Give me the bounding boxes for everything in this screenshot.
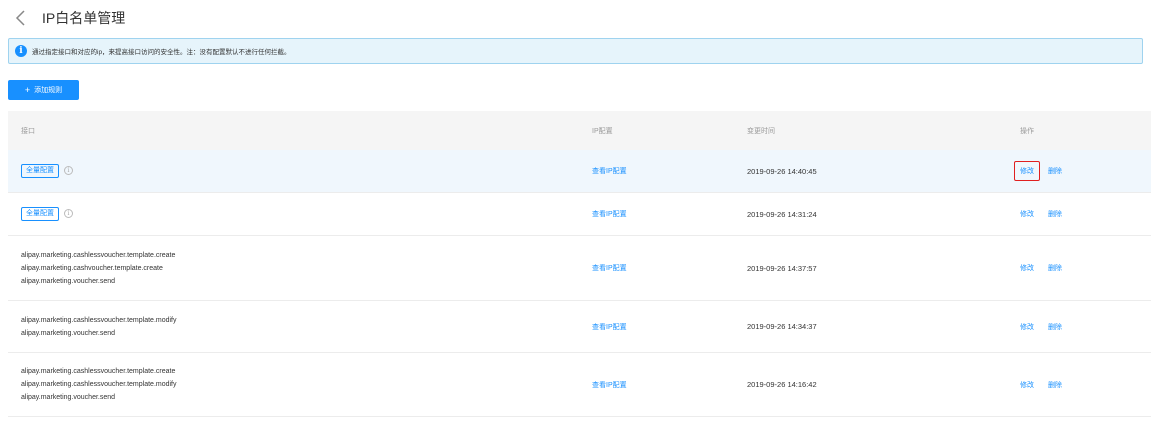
notice-bar: i 通过指定接口和对应的ip，来提高接口访问的安全性。注：没有配置默认不进行任何…: [8, 38, 1143, 64]
view-ip-config-link[interactable]: 查看IP配置: [592, 168, 627, 175]
api-name: alipay.marketing.cashlessvoucher.templat…: [21, 368, 176, 375]
cell-time: 2019-09-26 14:16:42: [747, 380, 817, 389]
cell-ip: 查看IP配置: [592, 166, 747, 176]
chevron-left-icon[interactable]: [10, 7, 32, 29]
add-rule-button[interactable]: + 添加规则: [8, 80, 79, 100]
add-rule-label: 添加规则: [34, 87, 63, 94]
full-config-tag: 全量配置: [21, 207, 59, 221]
cell-time: 2019-09-26 14:34:37: [747, 322, 817, 331]
cell-api: alipay.marketing.cashlessvoucher.templat…: [8, 249, 592, 288]
cell-time: 2019-09-26 14:31:24: [747, 209, 817, 219]
cell-ip: 查看IP配置: [592, 209, 747, 219]
table-row: alipay.marketing.cashlessvoucher.templat…: [8, 353, 1151, 417]
table-row: alipay.marketing.cashlessvoucher.templat…: [8, 301, 1151, 353]
cell-operations: 修改 删除: [1020, 322, 1151, 332]
view-ip-config-link[interactable]: 查看IP配置: [592, 324, 627, 331]
view-ip-config-link[interactable]: 查看IP配置: [592, 265, 627, 272]
edit-button[interactable]: 修改: [1020, 322, 1034, 332]
api-name: alipay.marketing.cashlessvoucher.templat…: [21, 251, 176, 259]
table-row: 全量配置 i 查看IP配置 2019-09-26 14:31:24 修改 删除: [8, 193, 1151, 236]
delete-button[interactable]: 删除: [1048, 265, 1062, 272]
table-row: alipay.marketing.cashlessvoucher.templat…: [8, 236, 1151, 301]
tip-circle-icon[interactable]: i: [64, 208, 73, 218]
header: IP白名单管理: [10, 6, 125, 30]
column-header-ip: IP配置: [592, 127, 613, 135]
api-name: alipay.marketing.cashlessvoucher.templat…: [21, 316, 177, 324]
view-ip-config-link[interactable]: 查看IP配置: [592, 382, 627, 389]
notice-text: 通过指定接口和对应的ip，来提高接口访问的安全性。注：没有配置默认不进行任何拦截…: [32, 49, 291, 56]
edit-button[interactable]: 修改: [1020, 380, 1034, 390]
column-header-op: 操作: [1020, 127, 1034, 135]
table-body: 全量配置 i 查看IP配置 2019-09-26 14:40:45 修改 删除 全量配置 i 查…: [8, 150, 1151, 417]
column-header-api: 接口: [21, 127, 35, 135]
edit-button[interactable]: 修改: [1014, 161, 1040, 181]
cell-api: 全量配置 i: [8, 207, 592, 221]
api-name: alipay.marketing.voucher.send: [21, 329, 116, 337]
cell-time: 2019-09-26 14:40:45: [747, 166, 817, 176]
column-header-time: 变更时间: [747, 127, 775, 135]
api-name: alipay.marketing.voucher.send: [21, 277, 116, 285]
cell-api: alipay.marketing.cashlessvoucher.templat…: [8, 314, 592, 340]
tip-circle-icon[interactable]: i: [64, 165, 73, 175]
cell-time: 2019-09-26 14:37:57: [747, 263, 817, 273]
info-circle-icon: i: [15, 45, 27, 57]
edit-button[interactable]: 修改: [1020, 263, 1034, 273]
table-row: 全量配置 i 查看IP配置 2019-09-26 14:40:45 修改 删除: [8, 150, 1151, 193]
full-config-tag: 全量配置: [21, 164, 59, 178]
delete-button[interactable]: 删除: [1048, 324, 1062, 331]
delete-button[interactable]: 删除: [1048, 168, 1062, 175]
rules-table: 接口 IP配置 变更时间 操作 全量配置 i 查看IP配置 2019-09-26 14…: [8, 111, 1151, 417]
delete-button[interactable]: 删除: [1048, 211, 1062, 218]
page-title: IP白名单管理: [42, 10, 126, 26]
api-name: alipay.marketing.cashlessvoucher.templat…: [21, 381, 177, 388]
cell-operations: 修改 删除: [1014, 161, 1151, 181]
cell-ip: 查看IP配置: [592, 322, 747, 332]
table-header: 接口 IP配置 变更时间 操作: [8, 111, 1151, 150]
cell-ip: 查看IP配置: [592, 380, 747, 390]
api-name: alipay.marketing.cashvoucher.template.cr…: [21, 264, 163, 272]
plus-icon: +: [24, 85, 31, 95]
cell-api: alipay.marketing.cashlessvoucher.templat…: [8, 365, 592, 404]
delete-button[interactable]: 删除: [1048, 382, 1062, 389]
cell-ip: 查看IP配置: [592, 263, 747, 273]
cell-api: 全量配置 i: [8, 164, 592, 178]
cell-operations: 修改 删除: [1020, 209, 1151, 219]
api-name: alipay.marketing.voucher.send: [21, 394, 116, 401]
cell-operations: 修改 删除: [1020, 380, 1151, 390]
cell-operations: 修改 删除: [1020, 263, 1151, 273]
edit-button[interactable]: 修改: [1020, 209, 1034, 219]
view-ip-config-link[interactable]: 查看IP配置: [592, 211, 627, 218]
